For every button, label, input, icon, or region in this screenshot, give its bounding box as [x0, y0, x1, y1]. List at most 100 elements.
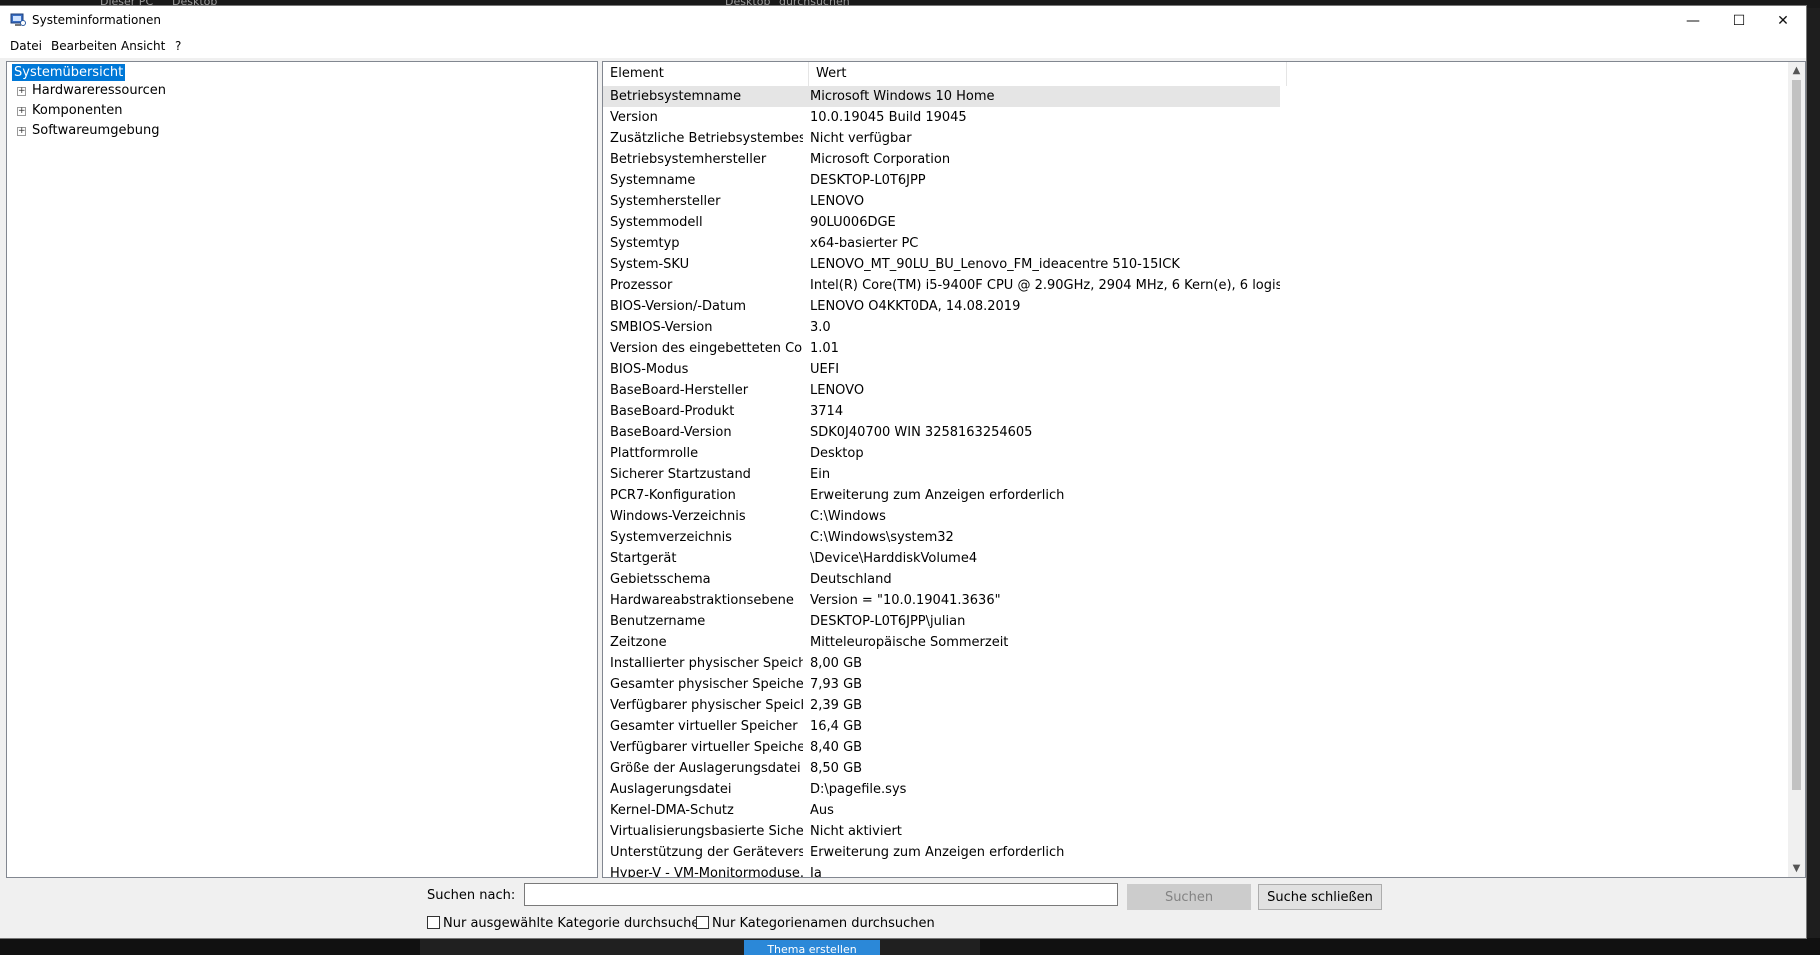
cell-value: 7,93 GB	[810, 677, 863, 692]
table-row[interactable]: Gesamter physischer Speicher 7,93 GB	[603, 674, 1783, 695]
scrollbar-thumb[interactable]	[1792, 80, 1801, 790]
cell-element: Prozessor	[610, 278, 673, 293]
cell-element: Systemtyp	[610, 236, 680, 251]
details-rows: Betriebsystemname Microsoft Windows 10 Ho…	[603, 86, 1783, 877]
table-row[interactable]: Verfügbarer physischer Speicher 2,39 GB	[603, 695, 1783, 716]
tree-item-system-summary[interactable]: Systemübersicht	[7, 62, 207, 81]
cell-value: DESKTOP-L0T6JPP\julian	[810, 614, 966, 629]
tree-item-hardware-resources[interactable]: + Hardwareressourcen	[7, 82, 207, 100]
menu-bar: Datei Bearbeiten Ansicht ?	[0, 36, 1806, 58]
vertical-scrollbar[interactable]: ▲ ▼	[1788, 62, 1805, 877]
table-row[interactable]: Auslagerungsdatei D:\pagefile.sys	[603, 779, 1783, 800]
cell-value: 10.0.19045 Build 19045	[810, 110, 967, 125]
cell-value: LENOVO	[810, 194, 865, 209]
cell-value: Microsoft Windows 10 Home	[803, 86, 1280, 107]
table-row[interactable]: Version des eingebetteten Cont... 1.01	[603, 338, 1783, 359]
menu-edit[interactable]: Bearbeiten	[51, 39, 117, 53]
window-title: Systeminformationen	[32, 13, 161, 27]
table-row[interactable]: Plattformrolle Desktop	[603, 443, 1783, 464]
checkbox-box[interactable]	[427, 916, 440, 929]
table-row[interactable]: Windows-Verzeichnis C:\Windows	[603, 506, 1783, 527]
expand-icon[interactable]: +	[17, 107, 26, 116]
cell-element: Plattformrolle	[610, 446, 699, 461]
menu-help[interactable]: ?	[175, 39, 181, 53]
system-information-window: Systeminformationen — ☐ ✕ Datei Bearbeit…	[0, 6, 1806, 938]
column-header-element[interactable]: Element	[603, 62, 809, 86]
cell-value: Mitteleuropäische Sommerzeit	[810, 635, 1009, 650]
cell-value: \Device\HarddiskVolume4	[810, 551, 978, 566]
table-row[interactable]: Zusätzliche Betriebsystembesch... Nicht v…	[603, 128, 1783, 149]
cell-element: BIOS-Version/-Datum	[610, 299, 747, 314]
table-row[interactable]: Betriebsystemname Microsoft Windows 10 Ho…	[603, 86, 1783, 107]
column-header-value[interactable]: Wert	[809, 62, 1287, 86]
find-button[interactable]: Suchen	[1127, 884, 1251, 910]
cell-element: Systemhersteller	[610, 194, 721, 209]
table-row[interactable]: System-SKU LENOVO_MT_90LU_BU_Lenovo_FM_id…	[603, 254, 1783, 275]
tree-item-label: Softwareumgebung	[32, 123, 160, 138]
table-row[interactable]: Benutzername DESKTOP-L0T6JPP\julian	[603, 611, 1783, 632]
cell-element: Benutzername	[610, 614, 706, 629]
table-row[interactable]: Verfügbarer virtueller Speicher 8,40 GB	[603, 737, 1783, 758]
table-row[interactable]: Systemhersteller LENOVO	[603, 191, 1783, 212]
table-row[interactable]: Installierter physischer Speicher... 8,00…	[603, 653, 1783, 674]
cell-element: Gesamter virtueller Speicher	[610, 719, 798, 734]
cell-element: BIOS-Modus	[610, 362, 689, 377]
taskbar-create-theme-button[interactable]: Thema erstellen	[744, 940, 880, 955]
cell-element: Größe der Auslagerungsdatei	[610, 761, 801, 776]
table-row[interactable]: Prozessor Intel(R) Core(TM) i5-9400F CPU …	[603, 275, 1783, 296]
expand-icon[interactable]: +	[17, 127, 26, 136]
table-row[interactable]: Betriebsystemhersteller Microsoft Corpora…	[603, 149, 1783, 170]
expand-icon[interactable]: +	[17, 87, 26, 96]
table-row[interactable]: Gesamter virtueller Speicher 16,4 GB	[603, 716, 1783, 737]
maximize-button[interactable]: ☐	[1716, 6, 1762, 36]
checkbox-box[interactable]	[696, 916, 709, 929]
cell-element: Verfügbarer virtueller Speicher	[610, 740, 803, 755]
cell-element: Installierter physischer Speicher...	[610, 656, 803, 671]
table-row[interactable]: Größe der Auslagerungsdatei 8,50 GB	[603, 758, 1783, 779]
table-row[interactable]: Virtualisierungsbasierte Sicherh... Nicht…	[603, 821, 1783, 842]
cell-value: Nicht verfügbar	[810, 131, 912, 146]
close-button[interactable]: ✕	[1760, 6, 1806, 36]
table-row[interactable]: BaseBoard-Version SDK0J40700 WIN 32581632…	[603, 422, 1783, 443]
scroll-up-icon[interactable]: ▲	[1788, 62, 1805, 79]
cell-value: 90LU006DGE	[810, 215, 896, 230]
title-bar[interactable]: Systeminformationen — ☐ ✕	[0, 6, 1806, 36]
table-row[interactable]: BaseBoard-Hersteller LENOVO	[603, 380, 1783, 401]
table-row[interactable]: PCR7-Konfiguration Erweiterung zum Anzeig…	[603, 485, 1783, 506]
table-row[interactable]: Sicherer Startzustand Ein	[603, 464, 1783, 485]
category-names-checkbox[interactable]: Nur Kategorienamen durchsuchen	[696, 916, 935, 931]
scroll-down-icon[interactable]: ▼	[1788, 860, 1805, 877]
cell-value: 16,4 GB	[810, 719, 863, 734]
table-row[interactable]: Hyper-V - VM-Monitormoduse... Ja	[603, 863, 1783, 877]
table-row[interactable]: Startgerät \Device\HarddiskVolume4	[603, 548, 1783, 569]
table-row[interactable]: Unterstützung der Geräteversc... Erweiter…	[603, 842, 1783, 863]
table-row[interactable]: Systemmodell 90LU006DGE	[603, 212, 1783, 233]
cell-element: SMBIOS-Version	[610, 320, 713, 335]
category-tree: Systemübersicht + Hardwareressourcen + K…	[6, 61, 598, 878]
cell-element: System-SKU	[610, 257, 690, 272]
table-row[interactable]: Hardwareabstraktionsebene Version = "10.0…	[603, 590, 1783, 611]
cell-value: SDK0J40700 WIN 3258163254605	[810, 425, 1033, 440]
tree-item-components[interactable]: + Komponenten	[7, 102, 207, 120]
table-row[interactable]: Systemname DESKTOP-L0T6JPP	[603, 170, 1783, 191]
search-input[interactable]	[524, 883, 1118, 906]
minimize-button[interactable]: —	[1670, 6, 1716, 36]
tree-item-software-environment[interactable]: + Softwareumgebung	[7, 122, 207, 140]
table-row[interactable]: BaseBoard-Produkt 3714	[603, 401, 1783, 422]
menu-file[interactable]: Datei	[10, 39, 42, 53]
table-row[interactable]: Systemtyp x64-basierter PC	[603, 233, 1783, 254]
table-row[interactable]: Kernel-DMA-Schutz Aus	[603, 800, 1783, 821]
close-search-button[interactable]: Suche schließen	[1258, 884, 1382, 910]
cell-value: Erweiterung zum Anzeigen erforderlich	[810, 488, 1065, 503]
table-row[interactable]: Version 10.0.19045 Build 19045	[603, 107, 1783, 128]
menu-view[interactable]: Ansicht	[121, 39, 165, 53]
table-row[interactable]: BIOS-Version/-Datum LENOVO O4KKT0DA, 14.0…	[603, 296, 1783, 317]
table-row[interactable]: BIOS-Modus UEFI	[603, 359, 1783, 380]
selected-category-checkbox[interactable]: Nur ausgewählte Kategorie durchsuchen	[427, 916, 708, 931]
table-row[interactable]: Gebietsschema Deutschland	[603, 569, 1783, 590]
table-row[interactable]: Systemverzeichnis C:\Windows\system32	[603, 527, 1783, 548]
table-row[interactable]: SMBIOS-Version 3.0	[603, 317, 1783, 338]
cell-value: Intel(R) Core(TM) i5-9400F CPU @ 2.90GHz…	[810, 278, 1280, 293]
cell-element: Verfügbarer physischer Speicher	[610, 698, 803, 713]
table-row[interactable]: Zeitzone Mitteleuropäische Sommerzeit	[603, 632, 1783, 653]
